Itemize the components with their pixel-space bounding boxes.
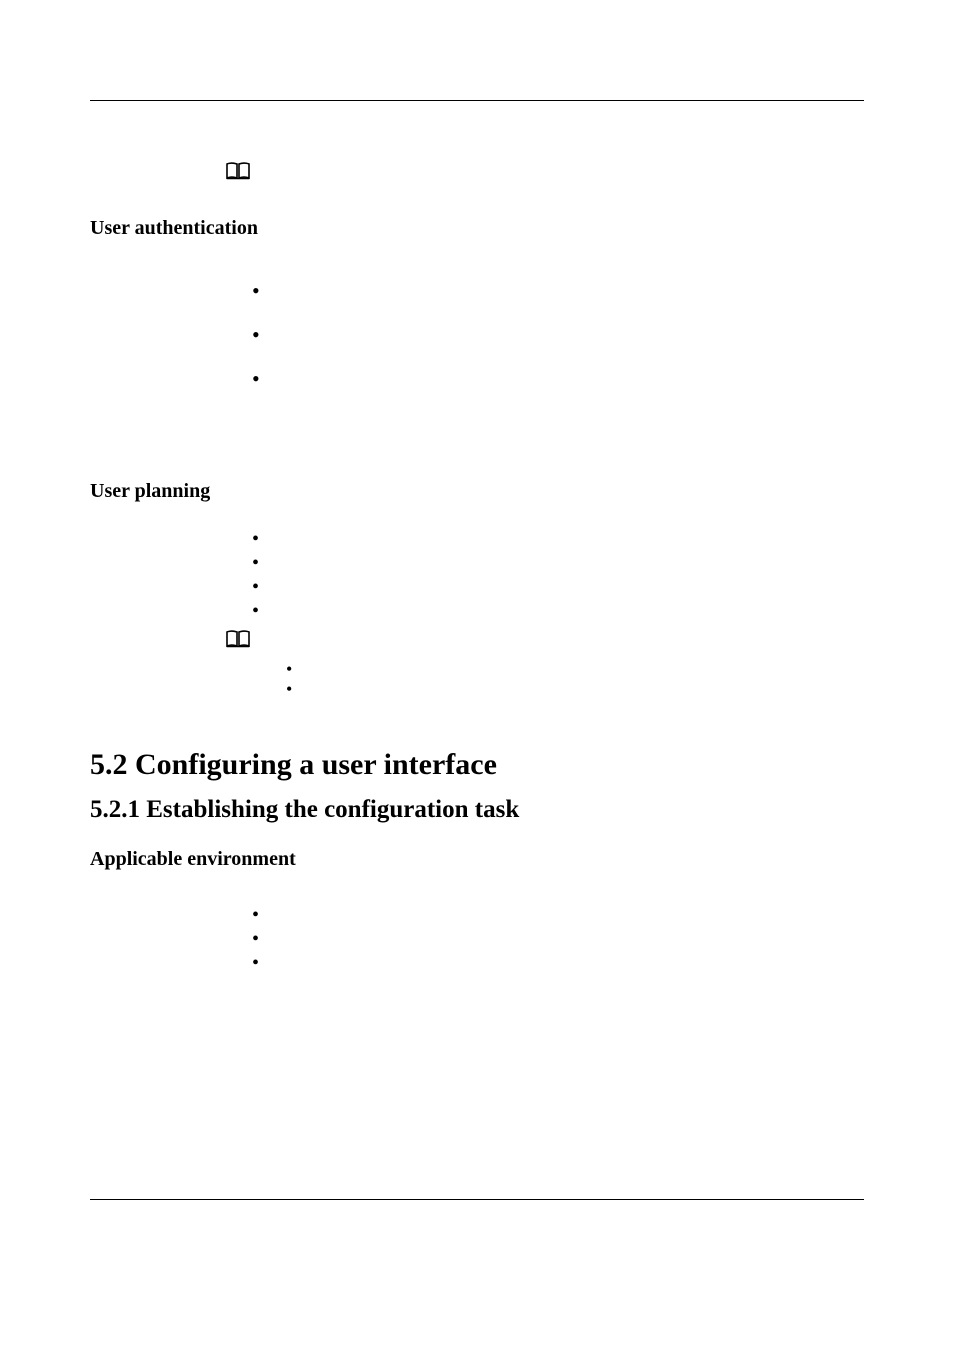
- bullet: •: [252, 577, 864, 597]
- page-content: User authentication • • • User planning …: [0, 0, 954, 1260]
- planning-sub-bullet-list: • •: [286, 660, 864, 698]
- bullet: •: [252, 280, 864, 302]
- bullet: •: [252, 553, 864, 573]
- top-horizontal-rule: [90, 100, 864, 101]
- book-open-icon: [225, 629, 251, 649]
- note-callout-1: [225, 161, 864, 181]
- planning-bullet-list: • • • •: [252, 529, 864, 621]
- bullet: •: [286, 680, 864, 698]
- note-callout-2: [225, 629, 864, 654]
- bullet: •: [252, 601, 864, 621]
- env-bullet-list: • • •: [252, 905, 864, 973]
- bullet: •: [252, 929, 864, 949]
- heading-applicable-environment: Applicable environment: [90, 848, 864, 871]
- heading-section-5-2: 5.2 Configuring a user interface: [90, 748, 864, 782]
- book-open-icon: [225, 161, 251, 181]
- bullet: •: [252, 324, 864, 346]
- bullet: •: [252, 529, 864, 549]
- auth-bullet-list: • • •: [252, 280, 864, 390]
- heading-section-5-2-1: 5.2.1 Establishing the configuration tas…: [90, 796, 864, 824]
- bullet: •: [286, 660, 864, 678]
- bullet: •: [252, 368, 864, 390]
- heading-user-authentication: User authentication: [90, 217, 864, 240]
- bullet: •: [252, 953, 864, 973]
- bullet: •: [252, 905, 864, 925]
- heading-user-planning: User planning: [90, 480, 864, 503]
- bottom-horizontal-rule: [90, 1199, 864, 1200]
